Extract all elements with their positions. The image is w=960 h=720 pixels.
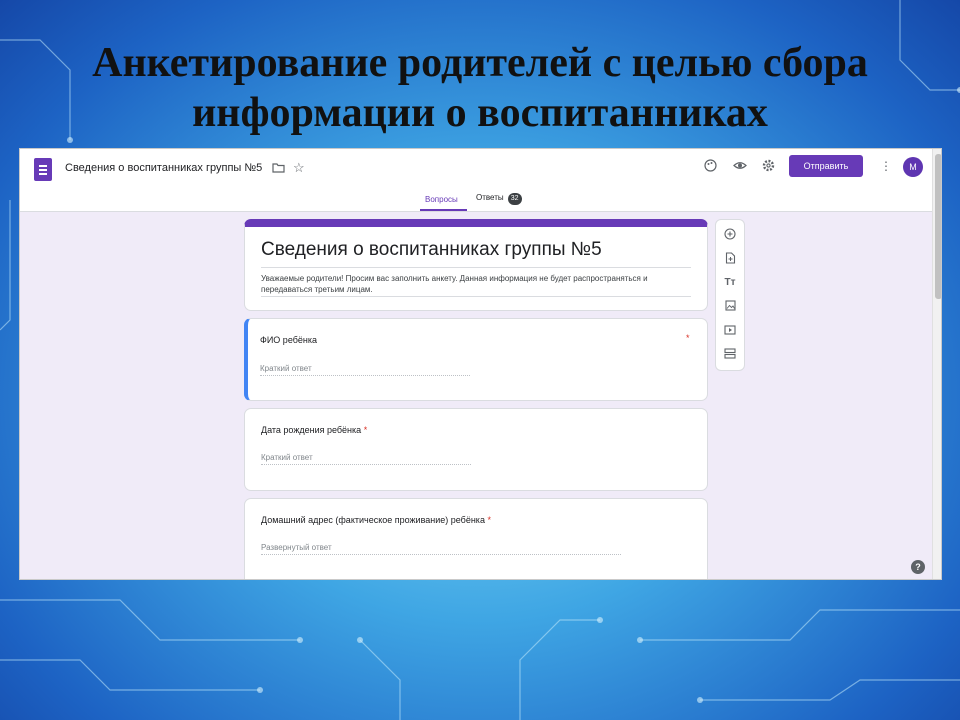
question-title[interactable]: ФИО ребёнка <box>260 335 317 345</box>
active-tab-indicator <box>420 209 467 211</box>
google-forms-screenshot: Сведения о воспитанниках группы №5 ☆ Отп… <box>19 148 942 580</box>
answer-line <box>261 554 621 555</box>
question-card[interactable]: Дата рождения ребёнка * Краткий ответ <box>244 408 708 491</box>
preview-eye-icon[interactable] <box>733 159 747 175</box>
import-questions-icon[interactable] <box>716 252 744 267</box>
answer-hint: Развернутый ответ <box>261 543 332 552</box>
answer-line <box>260 375 470 376</box>
app-header: Сведения о воспитанниках группы №5 ☆ Отп… <box>20 149 941 212</box>
avatar[interactable]: М <box>903 157 923 177</box>
question-title-text: Дата рождения ребёнка <box>261 425 362 435</box>
required-mark: * <box>487 515 491 525</box>
star-icon[interactable]: ☆ <box>293 161 305 175</box>
floating-toolbar: Tт <box>715 219 745 371</box>
help-icon[interactable]: ? <box>911 560 925 574</box>
question-card[interactable]: Домашний адрес (фактическое проживание) … <box>244 498 708 579</box>
folder-icon[interactable] <box>272 162 285 176</box>
more-vert-icon[interactable]: ⋮ <box>880 159 892 173</box>
forms-logo-icon[interactable] <box>34 158 52 181</box>
tab-questions[interactable]: Вопросы <box>425 195 458 204</box>
form-title[interactable]: Сведения о воспитанниках группы №5 <box>261 239 602 261</box>
responses-count-badge: 32 <box>507 193 522 205</box>
slide-title: Анкетирование родителей с целью сбора ин… <box>0 38 960 138</box>
add-title-icon[interactable]: Tт <box>716 276 744 290</box>
send-button[interactable]: Отправить <box>789 155 863 177</box>
tab-responses-label: Ответы <box>476 193 504 202</box>
slide-title-line1: Анкетирование родителей с целью сбора <box>92 40 868 86</box>
answer-line <box>261 464 471 465</box>
question-title-text: Домашний адрес (фактическое проживание) … <box>261 515 485 525</box>
document-title[interactable]: Сведения о воспитанниках группы №5 <box>65 162 262 174</box>
add-image-icon[interactable] <box>716 300 744 314</box>
required-mark: * <box>686 333 690 343</box>
description-underline <box>261 296 691 297</box>
answer-hint: Краткий ответ <box>260 364 312 373</box>
required-mark: * <box>363 425 368 435</box>
question-title[interactable]: Домашний адрес (фактическое проживание) … <box>261 515 491 525</box>
palette-icon[interactable] <box>704 159 717 175</box>
scrollbar-thumb[interactable] <box>935 154 941 299</box>
add-video-icon[interactable] <box>716 324 744 338</box>
question-title[interactable]: Дата рождения ребёнка * <box>261 425 367 435</box>
tab-responses[interactable]: Ответы 32 <box>476 193 522 205</box>
settings-gear-icon[interactable] <box>762 159 775 175</box>
form-description[interactable]: Уважаемые родители! Просим вас заполнить… <box>261 273 691 295</box>
add-question-icon[interactable] <box>716 228 744 243</box>
answer-hint: Краткий ответ <box>261 453 313 462</box>
form-header-card[interactable]: Сведения о воспитанниках группы №5 Уважа… <box>244 219 708 311</box>
add-section-icon[interactable] <box>716 348 744 362</box>
question-title-text: ФИО ребёнка <box>260 335 317 345</box>
title-underline <box>261 267 691 268</box>
question-card[interactable]: ФИО ребёнка * Краткий ответ <box>244 318 708 401</box>
scrollbar[interactable] <box>932 149 941 579</box>
slide-title-line2: информации о воспитанниках <box>192 90 768 136</box>
